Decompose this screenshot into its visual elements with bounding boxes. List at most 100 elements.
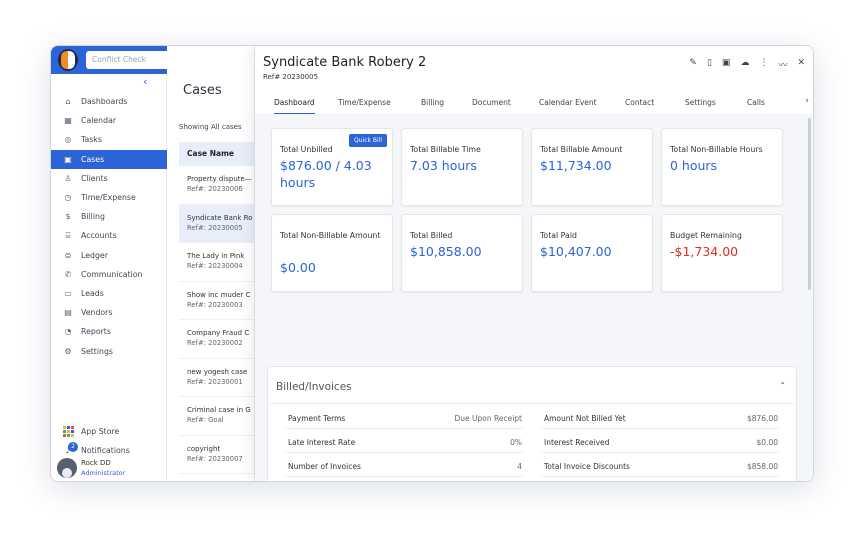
- billed-invoices-section: Billed/Invoices ⌃ Payment Terms Due Upon …: [267, 366, 797, 481]
- card-label: Total Billable Amount: [540, 145, 623, 154]
- case-list-item[interactable]: The Lady in Pink Ref#: 20230004: [179, 243, 254, 282]
- case-name: The Lady in Pink: [187, 252, 245, 260]
- card-label: Total Billable Time: [410, 145, 481, 154]
- collapse-sidebar-icon[interactable]: ‹: [143, 75, 147, 88]
- billed-row-label: Late Interest Rate: [288, 438, 356, 447]
- sidebar-item-label: Calendar: [81, 116, 117, 126]
- tabs-scroll-right-icon[interactable]: ›: [805, 96, 809, 106]
- briefcase-icon: ▣: [64, 154, 72, 164]
- billed-row-value: 4: [517, 462, 522, 471]
- sidebar-item-dashboards[interactable]: ⌂ Dashboards: [51, 92, 167, 111]
- case-list-item[interactable]: copyright Ref#: 20230007: [179, 436, 254, 474]
- sidebar-item-calendar[interactable]: ▦ Calendar: [51, 111, 167, 130]
- sidebar-item-settings[interactable]: ⚙ Settings: [51, 341, 167, 360]
- tab-settings[interactable]: Settings: [685, 98, 716, 107]
- tab-billing[interactable]: Billing: [421, 98, 444, 107]
- case-list-item[interactable]: new yogesh case Ref#: 20230001: [179, 359, 254, 397]
- sidebar-item-label: Billing: [81, 212, 105, 222]
- user-profile[interactable]: Rock DD Administrator: [57, 458, 167, 481]
- sidebar-item-label: Cases: [81, 154, 105, 164]
- case-name-column-header[interactable]: Case Name: [179, 142, 254, 166]
- case-ref: Ref#: Goal: [187, 416, 224, 424]
- card-value: $10,407.00: [540, 244, 612, 259]
- scrollbar[interactable]: [808, 118, 811, 290]
- case-ref: Ref#: 20230001: [187, 377, 243, 386]
- page-title: Cases: [183, 83, 222, 98]
- section-title: Billed/Invoices: [276, 381, 352, 393]
- card-value: 7.03 hours: [410, 158, 477, 173]
- sidebar-item-vendors[interactable]: ▤ Vendors: [51, 303, 167, 322]
- cloud-upload-icon[interactable]: ☁: [740, 58, 749, 71]
- case-list-item[interactable]: Criminal case in G Ref#: Goal: [179, 397, 254, 436]
- card-value: $876.00 / 4.03 hours: [280, 158, 372, 190]
- quick-bill-button[interactable]: Quick Bill: [349, 134, 387, 147]
- case-ref: Ref#: 20230002: [187, 339, 243, 347]
- summary-card-total-non-billable-hours: Total Non-Billable Hours 0 hours: [661, 128, 783, 206]
- billed-row: Number of Invoices 4: [286, 459, 524, 477]
- sidebar-item-label: Time/Expense: [81, 193, 136, 203]
- avatar: [57, 458, 77, 478]
- case-list-item[interactable]: Syndicate Bank Ro Ref#: 20230005: [179, 204, 254, 243]
- card-label: Total Paid: [540, 231, 577, 240]
- sidebar-item-app-store[interactable]: App Store: [51, 422, 167, 441]
- user-name: Rock DD: [81, 459, 111, 467]
- summary-card-budget-remaining: Budget Remaining -$1,734.00: [661, 214, 783, 292]
- case-ref: Ref#: 20230005: [187, 223, 243, 232]
- user-icon: ♙: [64, 173, 72, 183]
- tab-calls[interactable]: Calls: [747, 98, 765, 107]
- sidebar-item-communication[interactable]: ✆ Communication: [51, 265, 167, 284]
- ledger-icon: ⊜: [64, 250, 72, 260]
- sidebar-item-cases[interactable]: ▣ Cases: [51, 149, 167, 169]
- tab-contact[interactable]: Contact: [625, 98, 654, 107]
- tab-calendar-event[interactable]: Calendar Event: [539, 98, 597, 107]
- sidebar-item-reports[interactable]: ◔ Reports: [51, 322, 167, 341]
- billed-row-label: Number of Invoices: [288, 462, 361, 471]
- sidebar-item-tasks[interactable]: ◎ Tasks: [51, 130, 167, 149]
- card-label: Total Non-Billable Amount: [280, 231, 381, 240]
- case-name: copyright: [187, 444, 221, 453]
- trend-icon[interactable]: 〰: [778, 58, 787, 71]
- tab-time-expense[interactable]: Time/Expense: [338, 98, 391, 107]
- sidebar-item-leads[interactable]: ▭ Leads: [51, 284, 167, 303]
- billed-row-value: Due Upon Receipt: [454, 414, 522, 423]
- phone-icon: ✆: [64, 269, 72, 279]
- case-ref: Ref#: 20230003: [187, 300, 243, 309]
- sidebar-item-label: Vendors: [81, 308, 113, 318]
- sidebar-item-label: Ledger: [81, 250, 108, 260]
- sidebar-item-accounts[interactable]: ⌸ Accounts: [51, 226, 167, 245]
- tab-dashboard[interactable]: Dashboard: [274, 98, 315, 115]
- home-icon: ⌂: [65, 97, 71, 107]
- billed-row: Interest Received $0.00: [542, 435, 780, 453]
- case-ref: Ref# 20230005: [263, 73, 319, 81]
- card-value: $0.00: [280, 260, 316, 275]
- edit-icon[interactable]: ✎: [689, 58, 697, 71]
- card-value: 0 hours: [670, 158, 718, 173]
- case-list-item[interactable]: Property dispute— Ref#: 20230006: [179, 166, 254, 205]
- summary-card-total-non-billable-amount: Total Non-Billable Amount $0.00: [271, 214, 393, 292]
- case-list-item[interactable]: Show inc muder C Ref#: 20230003: [179, 282, 254, 320]
- case-name: Syndicate Bank Ro: [187, 213, 253, 222]
- tab-document[interactable]: Document: [472, 98, 511, 107]
- sidebar-item-billing[interactable]: $ Billing: [51, 207, 167, 226]
- summary-card-total-paid: Total Paid $10,407.00: [531, 214, 653, 292]
- clock-icon: ◷: [64, 193, 72, 203]
- delete-icon[interactable]: ▯: [707, 58, 712, 71]
- summary-card-total-billable-time: Total Billable Time 7.03 hours: [401, 128, 523, 206]
- case-title: Syndicate Bank Robery 2: [263, 55, 427, 70]
- sidebar-item-clients[interactable]: ♙ Clients: [51, 169, 167, 188]
- more-vertical-icon[interactable]: ⋮: [759, 58, 768, 71]
- sidebar-item-label: Communication: [81, 269, 143, 279]
- sidebar-item-ledger[interactable]: ⊜ Ledger: [51, 246, 167, 265]
- case-list-item[interactable]: Company Fraud C Ref#: 20230002: [179, 320, 254, 359]
- billed-row: Amount Not Billed Yet $876.00: [542, 411, 780, 429]
- case-filter-label[interactable]: Showing All cases: [179, 123, 242, 131]
- app-logo[interactable]: [58, 49, 78, 71]
- case-actions: ✎ ▯ ▣ ☁ ⋮ 〰 ✕: [689, 58, 805, 71]
- archive-icon[interactable]: ▣: [722, 58, 731, 71]
- collapse-section-icon[interactable]: ⌃: [779, 381, 786, 390]
- billed-row: Payment Terms Due Upon Receipt: [286, 411, 524, 429]
- sidebar-item-time-expense[interactable]: ◷ Time/Expense: [51, 188, 167, 207]
- close-icon[interactable]: ✕: [797, 58, 805, 71]
- billed-row: Total Invoice Discounts $858.00: [542, 459, 780, 477]
- case-list: Property dispute— Ref#: 20230006 Syndicate…: [179, 166, 254, 474]
